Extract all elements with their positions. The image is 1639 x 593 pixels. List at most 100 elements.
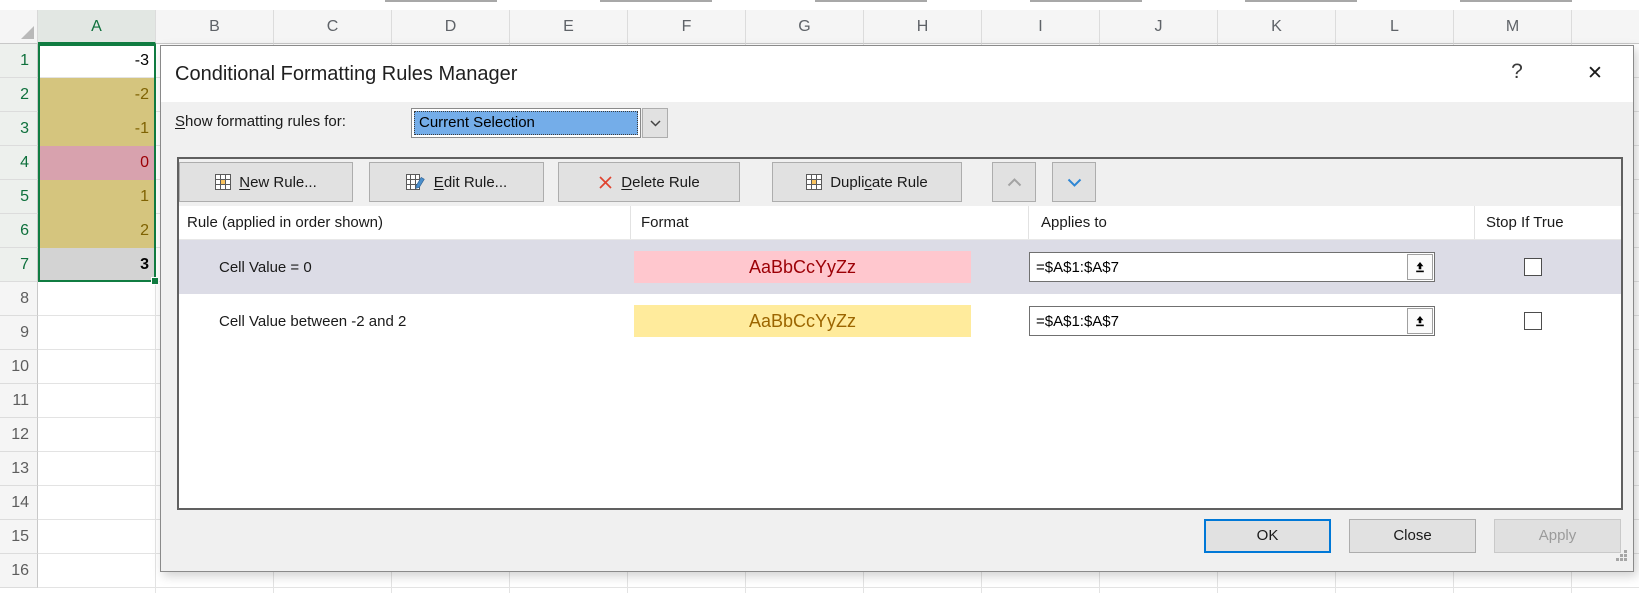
move-rule-down-button[interactable] — [1052, 162, 1096, 202]
show-rules-label-rest: how formatting rules for: — [185, 113, 346, 130]
chevron-down-icon — [650, 120, 661, 127]
rule-description: Cell Value = 0 — [179, 259, 631, 276]
red-x-icon — [598, 175, 613, 190]
rule-stop-cell — [1475, 258, 1621, 276]
column-header-m[interactable]: M — [1454, 10, 1572, 44]
delete-rule-label: Delete Rule — [621, 174, 699, 191]
applies-to-input[interactable] — [1029, 306, 1435, 336]
chevron-up-icon — [1007, 178, 1022, 187]
duplicate-rule-label: Duplicate Rule — [830, 174, 928, 191]
table-icon — [806, 174, 822, 190]
dropdown-selected-value: Current Selection — [414, 111, 638, 135]
formula-bar-edge — [0, 0, 1639, 10]
row-header-10[interactable]: 10 — [0, 350, 38, 384]
row-header-3[interactable]: 3 — [0, 112, 38, 146]
header-format: Format — [631, 206, 1029, 239]
row-header-6[interactable]: 6 — [0, 214, 38, 248]
header-rule: Rule (applied in order shown) — [179, 206, 631, 239]
decor-marks — [385, 0, 1639, 2]
column-header-f[interactable]: F — [628, 10, 746, 44]
select-all-button[interactable] — [0, 10, 38, 44]
edit-rule-button[interactable]: Edit Rule... — [369, 162, 544, 202]
column-header-h[interactable]: H — [864, 10, 982, 44]
row-header-4[interactable]: 4 — [0, 146, 38, 180]
rules-table-header: Rule (applied in order shown) Format App… — [179, 206, 1621, 240]
column-header-b[interactable]: B — [156, 10, 274, 44]
close-icon[interactable]: ✕ — [1581, 60, 1609, 88]
row-header-11[interactable]: 11 — [0, 384, 38, 418]
rule-format-cell: AaBbCcYyZz — [631, 305, 1029, 337]
edit-table-pencil-icon — [406, 174, 426, 190]
new-rule-button[interactable]: New Rule... — [179, 162, 353, 202]
show-rules-label-mnemonic: S — [175, 113, 185, 130]
header-stop-if-true: Stop If True — [1475, 206, 1621, 239]
fill-handle[interactable] — [151, 277, 159, 285]
rule-description: Cell Value between -2 and 2 — [179, 313, 631, 330]
collapse-dialog-button[interactable] — [1407, 308, 1433, 334]
column-header-a[interactable]: A — [38, 10, 156, 44]
cf-rules-manager-dialog: Conditional Formatting Rules Manager ? ✕… — [160, 45, 1634, 572]
column-headers: A B C D E F G H I J K L M — [38, 10, 1639, 44]
excel-window: A B C D E F G H I J K L M 1 2 3 4 5 6 7 … — [0, 0, 1639, 593]
resize-grip-icon — [1615, 549, 1628, 562]
edit-rule-label: Edit Rule... — [434, 174, 507, 191]
move-rule-up-button[interactable] — [992, 162, 1036, 202]
collapse-range-icon — [1413, 260, 1427, 274]
rules-box: New Rule... Edit Rule... Delete Rule Dup… — [177, 157, 1623, 510]
row-header-15[interactable]: 15 — [0, 520, 38, 554]
applies-to-input[interactable] — [1029, 252, 1435, 282]
dropdown-value-field[interactable]: Current Selection — [411, 108, 641, 138]
dialog-title: Conditional Formatting Rules Manager — [175, 46, 517, 102]
rules-toolbar: New Rule... Edit Rule... Delete Rule Dup… — [179, 159, 1621, 206]
header-applies-to: Applies to — [1029, 206, 1475, 239]
rule-applies-cell — [1029, 252, 1475, 282]
column-header-c[interactable]: C — [274, 10, 392, 44]
dropdown-arrow-button[interactable] — [642, 108, 668, 138]
apply-button[interactable]: Apply — [1494, 519, 1621, 553]
row-header-1[interactable]: 1 — [0, 44, 38, 78]
rule-row-1[interactable]: Cell Value = 0 AaBbCcYyZz — [179, 240, 1621, 294]
row-header-16[interactable]: 16 — [0, 554, 38, 588]
stop-if-true-checkbox[interactable] — [1524, 258, 1542, 276]
ok-button[interactable]: OK — [1204, 519, 1331, 553]
row-header-13[interactable]: 13 — [0, 452, 38, 486]
column-header-l[interactable]: L — [1336, 10, 1454, 44]
collapse-dialog-button[interactable] — [1407, 254, 1433, 280]
rule-row-2[interactable]: Cell Value between -2 and 2 AaBbCcYyZz — [179, 294, 1621, 348]
row-header-5[interactable]: 5 — [0, 180, 38, 214]
row-header-14[interactable]: 14 — [0, 486, 38, 520]
rule-applies-cell — [1029, 306, 1475, 336]
row-headers: 1 2 3 4 5 6 7 8 9 10 11 12 13 14 15 16 — [0, 44, 38, 588]
show-rules-dropdown[interactable]: Current Selection — [411, 108, 668, 138]
rule-stop-cell — [1475, 312, 1621, 330]
show-rules-label: Show formatting rules for: — [175, 113, 346, 130]
format-preview: AaBbCcYyZz — [634, 251, 971, 283]
delete-rule-button[interactable]: Delete Rule — [558, 162, 740, 202]
row-header-9[interactable]: 9 — [0, 316, 38, 350]
column-header-d[interactable]: D — [392, 10, 510, 44]
duplicate-rule-button[interactable]: Duplicate Rule — [772, 162, 962, 202]
help-icon[interactable]: ? — [1505, 60, 1529, 88]
rule-format-cell: AaBbCcYyZz — [631, 251, 1029, 283]
selection-border — [38, 44, 156, 282]
table-icon — [215, 174, 231, 190]
row-header-2[interactable]: 2 — [0, 78, 38, 112]
format-preview: AaBbCcYyZz — [634, 305, 971, 337]
new-rule-label: New Rule... — [239, 174, 317, 191]
stop-if-true-checkbox[interactable] — [1524, 312, 1542, 330]
row-header-12[interactable]: 12 — [0, 418, 38, 452]
column-header-partial[interactable] — [1572, 10, 1639, 44]
column-header-i[interactable]: I — [982, 10, 1100, 44]
column-header-k[interactable]: K — [1218, 10, 1336, 44]
row-header-7[interactable]: 7 — [0, 248, 38, 282]
close-button[interactable]: Close — [1349, 519, 1476, 553]
select-all-triangle-icon — [21, 26, 34, 39]
row-header-8[interactable]: 8 — [0, 282, 38, 316]
resize-grip[interactable] — [1615, 549, 1628, 566]
chevron-down-icon — [1067, 178, 1082, 187]
dialog-titlebar: Conditional Formatting Rules Manager ? ✕ — [161, 46, 1633, 102]
collapse-range-icon — [1413, 314, 1427, 328]
column-header-e[interactable]: E — [510, 10, 628, 44]
column-header-j[interactable]: J — [1100, 10, 1218, 44]
column-header-g[interactable]: G — [746, 10, 864, 44]
